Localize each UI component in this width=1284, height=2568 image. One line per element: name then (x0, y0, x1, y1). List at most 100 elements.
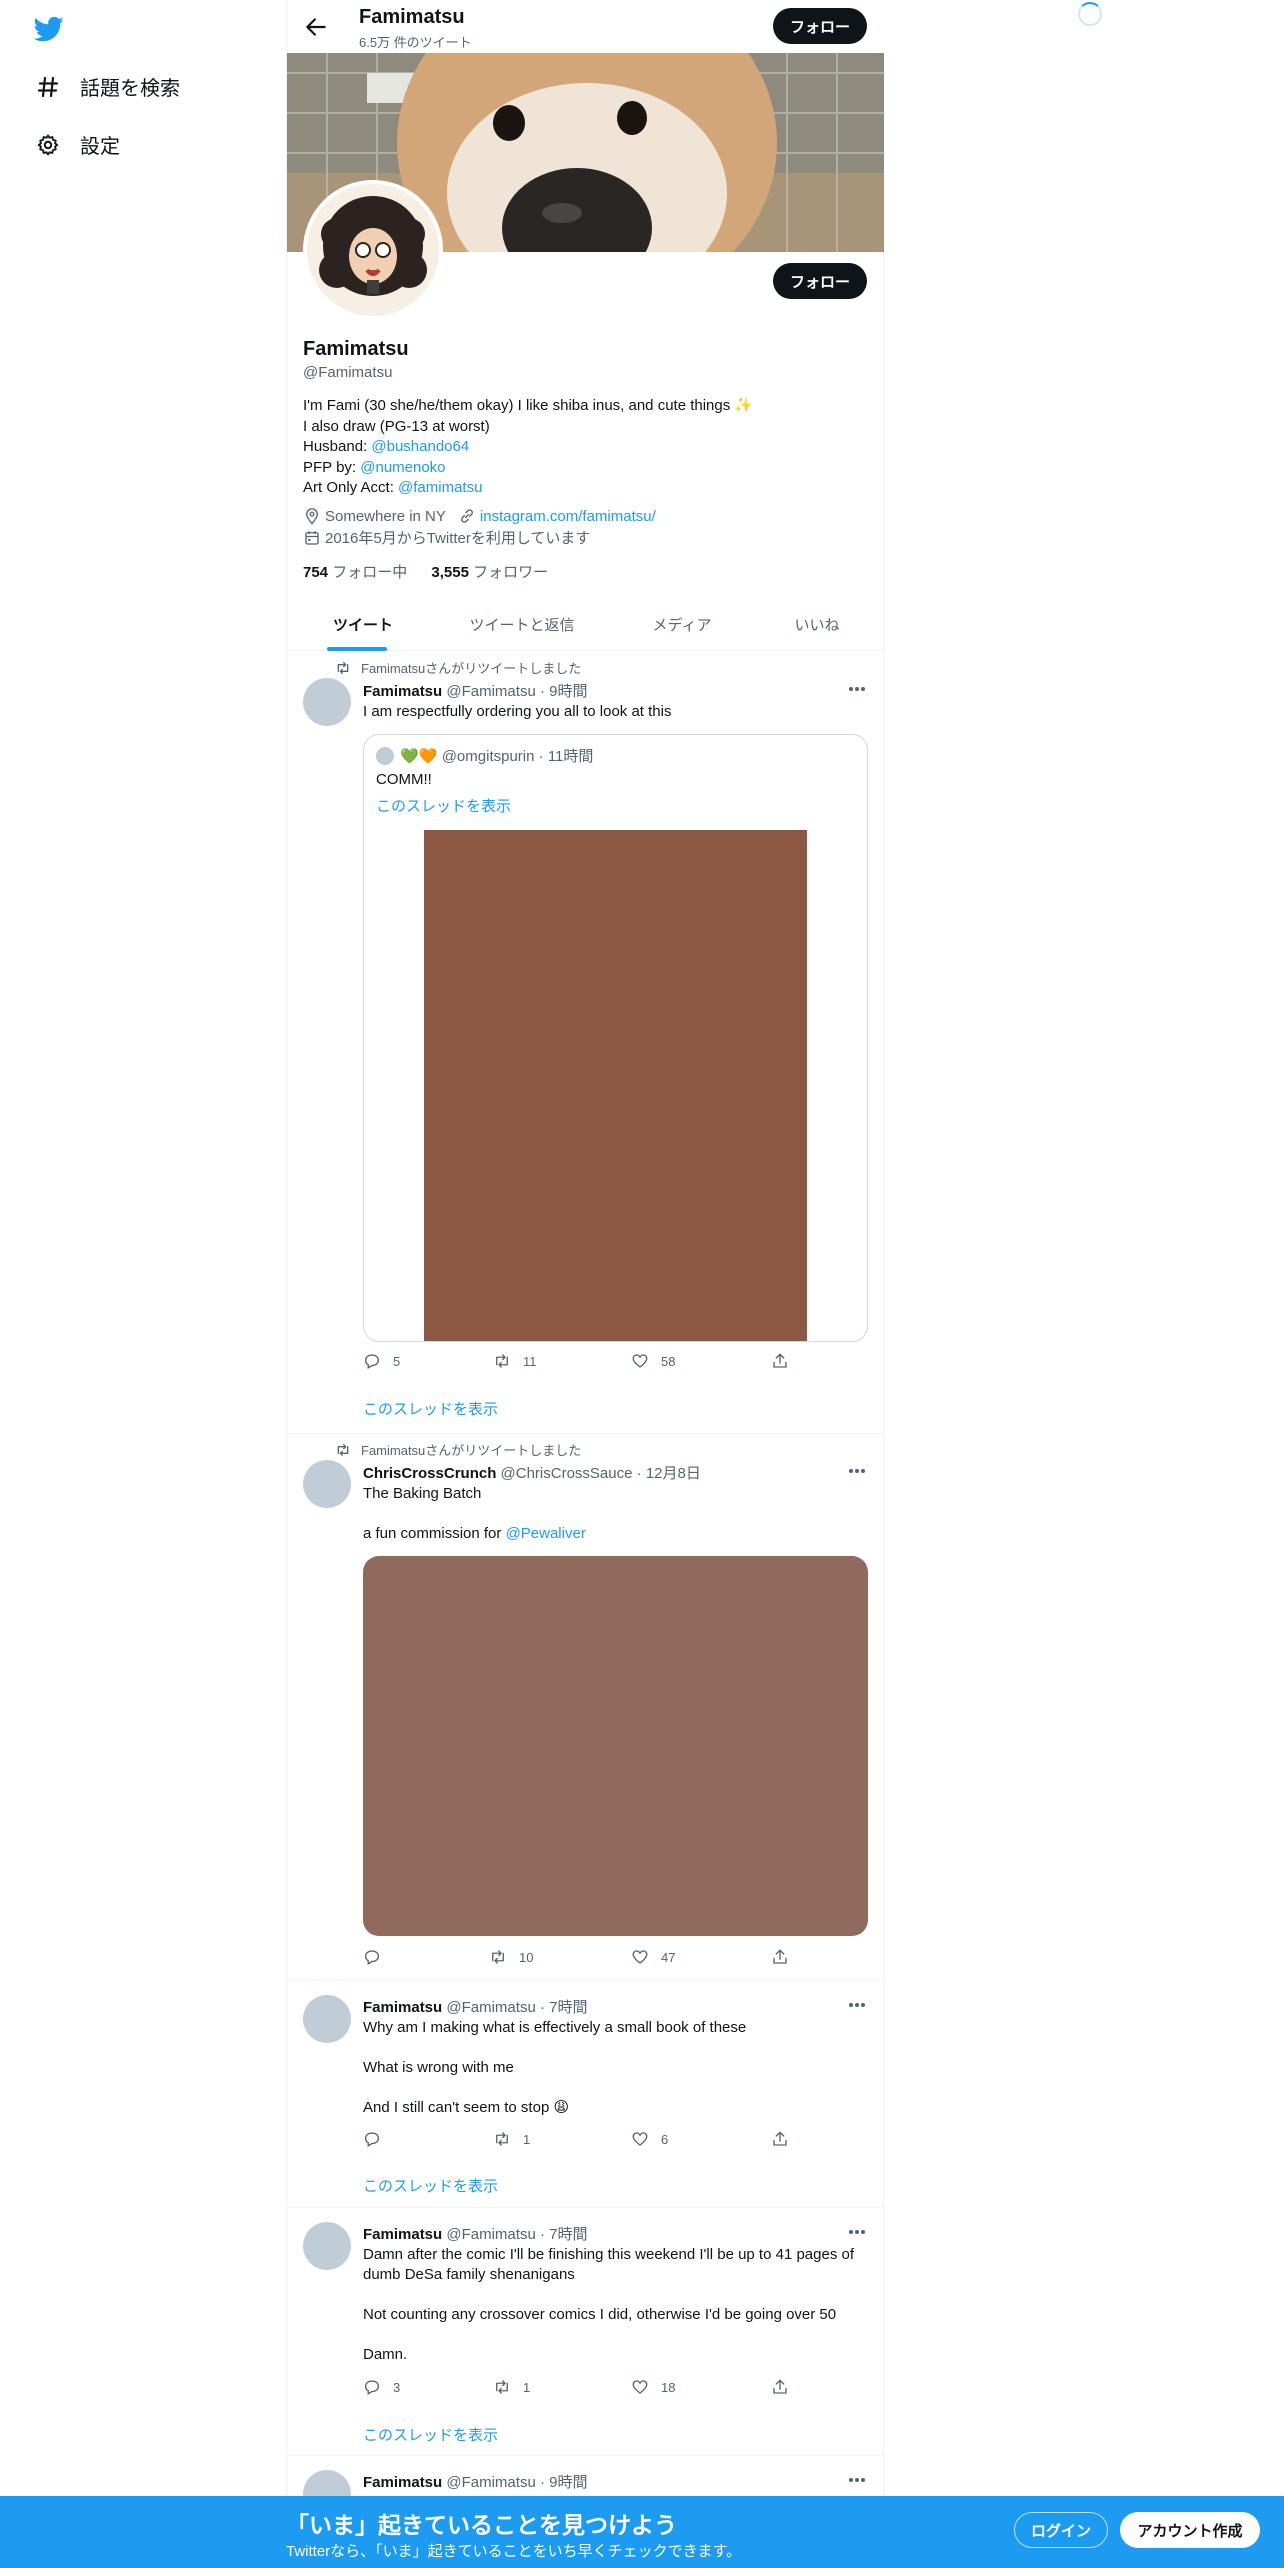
show-thread-link[interactable]: このスレッドを表示 (363, 2175, 498, 2196)
avatar[interactable] (303, 1995, 351, 2043)
show-thread-link[interactable]: このスレッドを表示 (363, 1398, 498, 1419)
back-arrow-icon[interactable] (303, 14, 329, 40)
author-name[interactable]: ChrisCrossCrunch (363, 1465, 496, 1482)
profile-meta-row: Somewhere in NY instagram.com/famimatsu/ (303, 507, 656, 525)
bio-husband-link[interactable]: @bushando64 (371, 438, 469, 455)
separator: · (538, 748, 548, 765)
bio-text: Art Only Acct: (303, 479, 399, 496)
share-button[interactable] (771, 1948, 789, 1966)
header-follow-button[interactable]: フォロー (773, 8, 867, 44)
share-button[interactable] (771, 2378, 789, 2396)
profile-website-link[interactable]: instagram.com/famimatsu/ (480, 508, 656, 525)
login-button[interactable]: ログイン (1014, 2512, 1108, 2548)
tweet[interactable]: Famimatsuさんがリツイートしました Famimatsu @Famimat… (287, 652, 884, 1434)
bio-pfp-link[interactable]: @numenoko (360, 459, 445, 476)
retweet-button[interactable]: 1 (493, 2378, 530, 2396)
tweet[interactable]: Famimatsu @Famimatsu · 9時間 (287, 2456, 884, 2500)
like-button[interactable]: 6 (631, 2130, 668, 2148)
bio-text: Husband: (303, 438, 372, 455)
retweet-button[interactable]: 11 (493, 1352, 537, 1370)
quote-header: 💚🧡 @omgitspurin · 11時間 (376, 745, 593, 766)
like-button[interactable]: 18 (631, 2378, 675, 2396)
like-button[interactable]: 47 (631, 1948, 675, 1966)
nav-settings[interactable]: 設定 (34, 130, 120, 159)
avatar[interactable] (303, 1460, 351, 1508)
reply-button[interactable] (363, 2130, 393, 2148)
more-options-icon[interactable] (846, 1994, 868, 2016)
quoted-tweet[interactable]: 💚🧡 @omgitspurin · 11時間 COMM!! このスレッドを表示 (363, 734, 868, 1342)
tweet-text-span: a fun commission for (363, 1525, 506, 1542)
profile-header-bar: Famimatsu 6.5万 件のツイート フォロー (287, 0, 884, 53)
reply-count: 5 (393, 1353, 401, 1369)
author-name[interactable]: Famimatsu (363, 1999, 442, 2016)
more-options-icon[interactable] (846, 2469, 868, 2491)
retweet-button[interactable]: 10 (489, 1948, 533, 1966)
tab-tweets-and-replies[interactable]: ツイートと返信 (447, 598, 597, 651)
share-icon (773, 2379, 787, 2394)
share-icon (773, 1353, 787, 1368)
quote-thread-link[interactable]: このスレッドを表示 (376, 795, 511, 816)
tab-label: いいね (794, 617, 840, 634)
signup-button[interactable]: アカウント作成 (1120, 2512, 1260, 2548)
calendar-icon (305, 530, 319, 545)
more-options-icon[interactable] (846, 1460, 868, 1482)
tweet-text-line: Damn. (363, 2346, 408, 2363)
show-thread-link[interactable]: このスレッドを表示 (363, 2424, 498, 2445)
tweet-text-line: The Baking Batch (363, 1485, 482, 1502)
tweet-time[interactable]: 9時間 (549, 683, 587, 700)
author-handle[interactable]: @ChrisCrossSauce (501, 1465, 633, 1482)
tweet-time[interactable]: 7時間 (549, 1999, 587, 2016)
link-icon (460, 509, 473, 523)
followers-stat[interactable]: 3,555 フォロワー (431, 564, 548, 581)
author-name[interactable]: Famimatsu (363, 2226, 442, 2243)
tab-label: ツイートと返信 (469, 617, 575, 634)
mention-link[interactable]: @Pewaliver (506, 1525, 586, 1542)
following-count: 754 (303, 564, 329, 581)
profile-follow-button[interactable]: フォロー (773, 263, 867, 299)
more-options-icon[interactable] (846, 678, 868, 700)
avatar[interactable] (303, 2222, 351, 2270)
quote-image[interactable] (424, 830, 807, 1341)
bio-art-link[interactable]: @famimatsu (398, 479, 482, 496)
share-button[interactable] (771, 1352, 789, 1370)
twitter-logo-icon[interactable] (32, 14, 66, 44)
nav-explore[interactable]: 話題を検索 (34, 72, 180, 101)
tweet-time[interactable]: 9時間 (549, 2474, 587, 2491)
bio-line: I'm Fami (30 she/he/them okay) I like sh… (303, 397, 754, 414)
tweet-header: Famimatsu @Famimatsu · 7時間 (363, 2223, 587, 2244)
more-options-icon[interactable] (846, 2221, 868, 2243)
like-button[interactable]: 58 (631, 1352, 675, 1370)
retweet-icon (492, 1950, 504, 1964)
author-name[interactable]: Famimatsu (363, 2474, 442, 2491)
avatar[interactable] (303, 678, 351, 726)
followers-label: フォロワー (468, 564, 549, 581)
tab-tweets[interactable]: ツイート (303, 598, 423, 651)
tab-media[interactable]: メディア (622, 598, 742, 651)
retweet-label: Famimatsuさんがリツイートしました (361, 661, 582, 676)
tweet[interactable]: Famimatsu @Famimatsu · 7時間 Why am I maki… (287, 1981, 884, 2208)
tweet-image[interactable] (363, 1556, 868, 1936)
retweet-button[interactable]: 1 (493, 2130, 530, 2148)
reply-button[interactable]: 3 (363, 2378, 400, 2396)
author-handle[interactable]: @Famimatsu (446, 2474, 535, 2491)
author-handle[interactable]: @Famimatsu (446, 1999, 535, 2016)
tweet[interactable]: Famimatsuさんがリツイートしました ChrisCrossCrunch @… (287, 1434, 884, 1981)
reply-button[interactable] (363, 1948, 393, 1966)
tweet-actions: 10 47 (363, 1948, 803, 1968)
tweet-time[interactable]: 12月8日 (646, 1465, 701, 1482)
profile-name: Famimatsu (303, 338, 409, 360)
author-name[interactable]: Famimatsu (363, 683, 442, 700)
like-count: 58 (661, 1353, 676, 1369)
share-button[interactable] (771, 2130, 789, 2148)
tab-likes[interactable]: いいね (757, 598, 877, 651)
profile-avatar[interactable] (303, 180, 443, 320)
author-handle[interactable]: @Famimatsu (446, 683, 535, 700)
quote-time: 11時間 (547, 748, 594, 765)
author-handle[interactable]: @Famimatsu (446, 2226, 535, 2243)
hashtag-icon (34, 73, 62, 101)
tweet-time[interactable]: 7時間 (549, 2226, 587, 2243)
following-stat[interactable]: 754 フォロー中 (303, 564, 407, 581)
tweet-text-line: a fun commission for @Pewaliver (363, 1524, 868, 1544)
tweet[interactable]: Famimatsu @Famimatsu · 7時間 Damn after th… (287, 2208, 884, 2456)
reply-button[interactable]: 5 (363, 1352, 400, 1370)
